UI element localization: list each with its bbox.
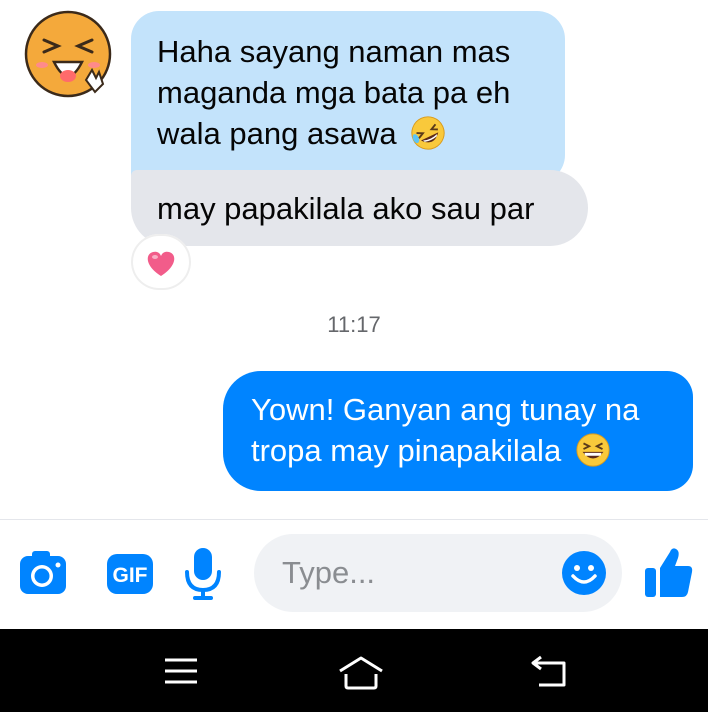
message-composer: GIF <box>0 520 708 629</box>
back-button[interactable] <box>529 655 569 694</box>
reaction-badge[interactable] <box>131 234 191 290</box>
laughing-sticker-icon <box>24 10 112 98</box>
voice-button[interactable] <box>184 546 222 607</box>
like-button[interactable] <box>643 544 695 605</box>
emoji-icon <box>562 551 606 595</box>
menu-icon <box>165 658 197 684</box>
camera-button[interactable] <box>18 550 68 601</box>
rolling-laughing-emoji <box>411 116 445 150</box>
thumbs-up-icon <box>645 548 693 597</box>
message-thread: Haha sayang naman mas maganda mga bata p… <box>0 0 708 520</box>
back-icon <box>531 655 566 687</box>
camera-icon <box>20 551 66 594</box>
microphone-icon <box>185 548 221 600</box>
outgoing-message[interactable]: Yown! Ganyan ang tunay na tropa may pina… <box>223 371 693 491</box>
gif-label: GIF <box>113 564 148 587</box>
message-text: Haha sayang naman mas maganda mga bata p… <box>157 34 511 151</box>
message-input[interactable] <box>280 548 554 598</box>
emoji-button[interactable] <box>560 549 608 602</box>
incoming-message[interactable]: may papakilala ako sau par <box>131 170 588 246</box>
message-text: may papakilala ako sau par <box>157 191 535 226</box>
system-navigation-bar <box>0 629 708 712</box>
menu-button[interactable] <box>163 655 199 692</box>
pink-heart-emoji <box>147 251 175 276</box>
gif-button[interactable]: GIF <box>106 553 154 600</box>
home-button[interactable] <box>337 655 385 696</box>
message-input-wrapper[interactable] <box>254 534 622 612</box>
message-timestamp: 11:17 <box>327 312 381 337</box>
grinning-squint-emoji <box>576 433 610 467</box>
home-icon <box>339 656 383 690</box>
contact-avatar[interactable] <box>24 10 114 100</box>
gif-icon: GIF <box>107 554 153 594</box>
incoming-message[interactable]: Haha sayang naman mas maganda mga bata p… <box>131 11 565 183</box>
